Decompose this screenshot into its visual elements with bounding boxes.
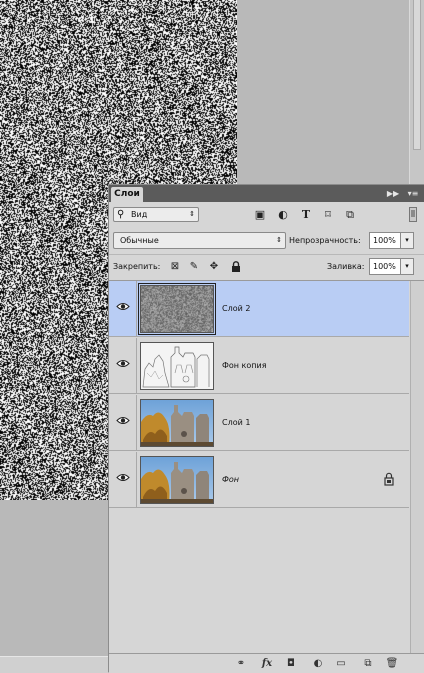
layer-thumbnail <box>140 399 214 447</box>
lock-all-icon[interactable] <box>229 258 243 276</box>
status-strip <box>0 656 108 673</box>
visibility-toggle[interactable] <box>109 395 137 450</box>
new-layer-icon[interactable]: ⧉ <box>360 656 376 672</box>
lock-image-pixels-icon[interactable]: ✎ <box>187 258 201 276</box>
fill-input[interactable]: 100% <box>369 258 401 275</box>
kind-filter-value: Вид <box>131 210 148 219</box>
fill-dropdown-button[interactable]: ▾ <box>401 258 414 275</box>
lock-transparent-pixels-icon[interactable]: ⊠ <box>168 258 182 276</box>
fill-label: Заливка: <box>327 262 365 271</box>
divider <box>109 254 424 255</box>
panel-menu-icon[interactable]: ▾≡ <box>405 187 421 200</box>
tab-layers[interactable]: Слои <box>111 187 143 202</box>
image-filter-icon[interactable]: ▣ <box>252 207 268 222</box>
layer-row[interactable]: Фон <box>109 452 409 508</box>
layer-row[interactable]: Слой 2 <box>109 281 409 337</box>
eye-icon <box>116 417 130 424</box>
select-arrows-icon: ⇕ <box>276 236 282 244</box>
eye-icon <box>116 474 130 481</box>
filter-row: ⚲ Вид ⇕ ▣ ◐ T ⌑ ⧉ <box>109 206 424 224</box>
document-workspace: Слои ▶▶ ▾≡ ⚲ Вид ⇕ ▣ ◐ T ⌑ ⧉ Обычные ⇕ Н… <box>0 0 424 673</box>
shape-filter-icon[interactable]: ⌑ <box>320 207 336 222</box>
filter-toggle-switch[interactable] <box>409 207 417 222</box>
new-group-icon[interactable]: ▭ <box>333 656 349 672</box>
layer-lock-icon[interactable] <box>384 472 394 486</box>
layer-name: Фон <box>222 475 240 484</box>
type-filter-icon[interactable]: T <box>298 207 314 222</box>
select-arrows-icon: ⇕ <box>189 210 195 218</box>
lock-position-icon[interactable]: ✥ <box>207 258 221 276</box>
double-chevron-right-icon[interactable]: ▶▶ <box>386 187 400 200</box>
eye-icon <box>116 303 130 310</box>
layer-name: Фон копия <box>222 361 267 370</box>
blend-row: Обычные ⇕ Непрозрачность: 100% ▾ <box>109 232 424 250</box>
layer-thumbnail <box>138 283 216 335</box>
visibility-toggle[interactable] <box>109 452 137 507</box>
eye-icon <box>116 360 130 367</box>
panel-titlebar[interactable]: Слои ▶▶ ▾≡ <box>109 185 424 202</box>
layer-name: Слой 2 <box>222 304 251 313</box>
layer-thumbnail <box>140 456 214 504</box>
fx-icon[interactable]: fx <box>259 656 275 672</box>
smart-object-filter-icon[interactable]: ⧉ <box>342 207 358 222</box>
link-layers-icon[interactable]: ⚭ <box>233 656 249 672</box>
layer-row[interactable]: Слой 1 <box>109 395 409 451</box>
layer-row[interactable]: Фон копия <box>109 338 409 394</box>
blend-mode-value: Обычные <box>120 236 159 245</box>
delete-layer-icon[interactable]: 🗑 <box>384 656 400 672</box>
opacity-dropdown-button[interactable]: ▾ <box>401 232 414 249</box>
layers-bottom-bar: ⚭ fx ◘ ◐ ▭ ⧉ 🗑 <box>109 653 424 673</box>
lock-row: Закрепить: ⊠ ✎ ✥ Заливка: 100% ▾ <box>109 258 424 276</box>
search-icon: ⚲ <box>117 209 125 220</box>
add-mask-icon[interactable]: ◘ <box>283 656 299 672</box>
opacity-input[interactable]: 100% <box>369 232 401 249</box>
visibility-toggle[interactable] <box>109 281 137 336</box>
layers-panel: Слои ▶▶ ▾≡ ⚲ Вид ⇕ ▣ ◐ T ⌑ ⧉ Обычные ⇕ Н… <box>108 184 424 673</box>
layer-thumbnail <box>140 342 214 390</box>
adjustment-filter-icon[interactable]: ◐ <box>275 207 291 222</box>
workspace-scrollbar[interactable] <box>409 0 424 190</box>
visibility-toggle[interactable] <box>109 338 137 393</box>
layer-name: Слой 1 <box>222 418 251 427</box>
layer-list-scrollbar[interactable] <box>410 281 424 653</box>
opacity-label: Непрозрачность: <box>289 236 361 245</box>
blend-mode-select[interactable]: Обычные ⇕ <box>113 232 286 249</box>
workspace-scrollbar-thumb[interactable] <box>413 0 421 150</box>
adjustment-layer-icon[interactable]: ◐ <box>310 656 326 672</box>
lock-label: Закрепить: <box>113 262 161 271</box>
kind-filter-select[interactable]: ⚲ Вид ⇕ <box>113 207 199 222</box>
layer-list: Слой 2 Фон копия Слой 1 Фон <box>109 281 409 509</box>
